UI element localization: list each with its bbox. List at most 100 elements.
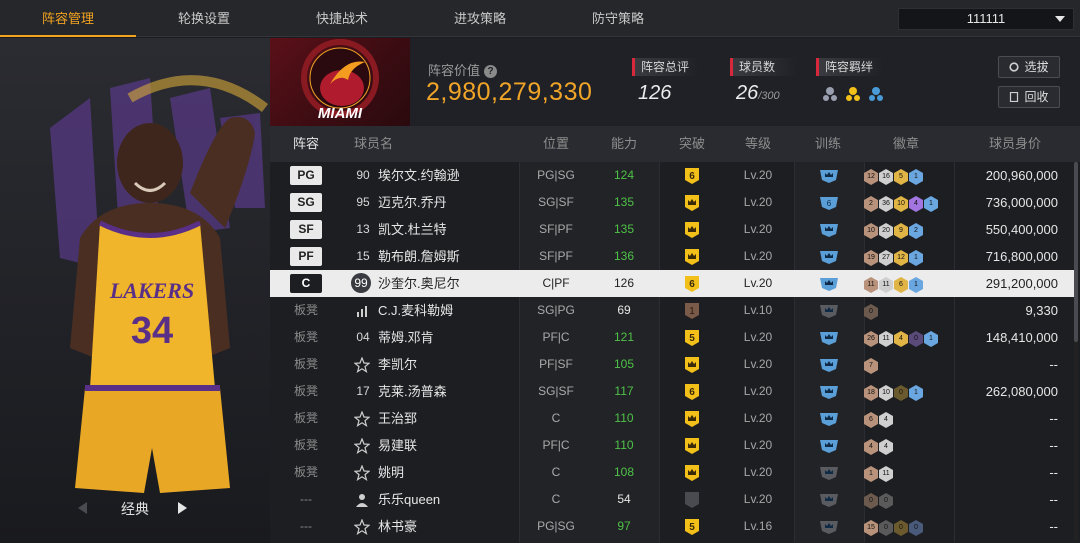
- training-icon[interactable]: [819, 519, 839, 535]
- star-icon: [354, 411, 370, 427]
- scrollbar-thumb[interactable]: [1074, 162, 1078, 342]
- badge-list[interactable]: 64: [864, 409, 894, 429]
- training-icon[interactable]: [819, 303, 839, 319]
- badge-list[interactable]: 19 27 12 1: [864, 247, 924, 267]
- player-name[interactable]: 易建联: [378, 432, 417, 459]
- training-icon[interactable]: [819, 357, 839, 373]
- player-name[interactable]: 凯文.杜兰特: [378, 216, 447, 243]
- player-name[interactable]: 沙奎尔.奥尼尔: [378, 270, 460, 297]
- table-row[interactable]: 板凳 04 蒂姆.邓肯 PF|C 121 5 Lv.20 26 11 4 0 1 148,410,000: [270, 324, 1074, 351]
- training-icon[interactable]: [819, 276, 839, 292]
- badge-hex-icon: 36: [879, 196, 893, 212]
- lineup-value-label: 阵容价值?: [428, 60, 498, 79]
- player-name[interactable]: 姚明: [378, 459, 404, 486]
- card-style-label: 经典: [121, 501, 149, 517]
- player-name[interactable]: 李凯尔: [378, 351, 417, 378]
- table-row[interactable]: --- 乐乐queen C 54 Lv.20 0 0 --: [270, 486, 1074, 513]
- col-value[interactable]: 球员身价: [970, 126, 1060, 162]
- badge-list[interactable]: 44: [864, 436, 894, 456]
- training-icon[interactable]: [819, 168, 839, 184]
- table-row[interactable]: 板凳 李凯尔 PF|SF 105 Lv.20 7 --: [270, 351, 1074, 378]
- help-question-icon[interactable]: ?: [484, 65, 498, 78]
- training-icon[interactable]: [819, 249, 839, 265]
- breakthrough-level-icon: 5: [685, 519, 699, 535]
- next-card-arrow-icon[interactable]: [178, 502, 187, 514]
- col-lineup[interactable]: 阵容: [284, 126, 328, 162]
- player-name[interactable]: 克莱.汤普森: [378, 378, 447, 405]
- training-icon[interactable]: [819, 438, 839, 454]
- table-row[interactable]: 板凳 姚明 C 108 Lv.20 1 11 --: [270, 459, 1074, 486]
- player-name[interactable]: 埃尔文.约翰逊: [378, 162, 460, 189]
- badge-list[interactable]: 7: [864, 355, 879, 375]
- table-row[interactable]: SF 13 凯文.杜兰特 SF|PF 135 Lv.20 10 20 9 2 550,400,000: [270, 216, 1074, 243]
- table-row[interactable]: 板凳 C.J.麦科勒姆 SG|PG 69 1 Lv.10 0 9,330: [270, 297, 1074, 324]
- table-row[interactable]: 板凳 17 克莱.汤普森 SG|SF 117 6 Lv.20 18 10 0 1 262,080,00…: [270, 378, 1074, 405]
- badge-hex-icon: 11: [879, 277, 893, 293]
- badge-list[interactable]: 26 11 4 0 1: [864, 328, 939, 348]
- col-name[interactable]: 球员名: [354, 126, 414, 162]
- player-ability: 124: [613, 168, 635, 182]
- table-row[interactable]: --- 林书豪 PG|SG 97 5 Lv.16 15 0 0 0 --: [270, 513, 1074, 540]
- badge-hex-icon: 16: [879, 169, 893, 185]
- table-row[interactable]: C 99 沙奎尔.奥尼尔 C|PF 126 6 Lv.20 11 11 6 1 291,200,000: [270, 270, 1074, 297]
- player-name[interactable]: 王治郅: [378, 405, 417, 432]
- player-position: PG|SG: [537, 168, 575, 182]
- player-name[interactable]: C.J.麦科勒姆: [378, 297, 453, 324]
- badge-list[interactable]: 2 36 10 4 1: [864, 193, 939, 213]
- breakthrough-locked-icon: [685, 492, 699, 508]
- tab-rotation-settings[interactable]: 轮换设置: [136, 0, 272, 37]
- player-level: Lv.20: [743, 465, 773, 479]
- lineup-slot-label: 板凳: [293, 303, 318, 317]
- badge-list[interactable]: 12 16 5 1: [864, 166, 924, 186]
- col-position[interactable]: 位置: [518, 126, 594, 162]
- lineup-slot-label: 板凳: [293, 438, 318, 452]
- badge-hex-icon: 0: [894, 385, 908, 401]
- training-icon[interactable]: 6: [819, 195, 839, 211]
- player-name[interactable]: 乐乐queen: [378, 486, 440, 513]
- breakthrough-level-icon: 5: [685, 330, 699, 346]
- col-ability[interactable]: 能力: [596, 126, 652, 162]
- badge-list[interactable]: 18 10 0 1: [864, 382, 924, 402]
- badge-hex-icon: 4: [864, 439, 878, 455]
- col-level[interactable]: 等级: [728, 126, 788, 162]
- badge-list[interactable]: 00: [864, 490, 894, 510]
- badge-list[interactable]: 10 20 9 2: [864, 220, 924, 240]
- badge-list[interactable]: 11 11 6 1: [864, 274, 924, 294]
- recycle-button-label: 回收: [1024, 90, 1049, 104]
- user-icon: [356, 494, 368, 507]
- breakthrough-level-icon: 6: [685, 168, 699, 184]
- col-training[interactable]: 训练: [798, 126, 858, 162]
- badge-list[interactable]: 1 11: [864, 463, 894, 483]
- table-row[interactable]: 板凳 易建联 PF|C 110 Lv.20 4 4 --: [270, 432, 1074, 459]
- tab-quick-tactics[interactable]: 快捷战术: [274, 0, 410, 37]
- training-icon[interactable]: [819, 384, 839, 400]
- training-icon[interactable]: [819, 411, 839, 427]
- col-breakthrough[interactable]: 突破: [662, 126, 722, 162]
- table-row[interactable]: PG 90 埃尔文.约翰逊 PG|SG 124 6 Lv.20 12 16 5 1 200,960,0…: [270, 162, 1074, 189]
- badge-hex-icon: 0: [864, 493, 878, 509]
- lineup-slot-label: ---: [300, 519, 312, 533]
- bond-icons[interactable]: [820, 82, 890, 106]
- training-icon[interactable]: [819, 465, 839, 481]
- training-icon[interactable]: [819, 492, 839, 508]
- table-row[interactable]: 板凳 王治郅 C 110 Lv.20 6 4 --: [270, 405, 1074, 432]
- prev-card-arrow-icon[interactable]: [78, 502, 87, 514]
- player-name[interactable]: 勒布朗.詹姆斯: [378, 243, 460, 270]
- tab-offense-strategy[interactable]: 进攻策略: [412, 0, 548, 37]
- player-name[interactable]: 迈克尔.乔丹: [378, 189, 447, 216]
- player-name[interactable]: 蒂姆.邓肯: [378, 324, 434, 351]
- training-icon[interactable]: [819, 330, 839, 346]
- badge-list[interactable]: 0: [864, 301, 879, 321]
- recycle-button[interactable]: 回收: [998, 86, 1060, 108]
- scout-button[interactable]: 选拔: [998, 56, 1060, 78]
- tab-lineup-management[interactable]: 阵容管理: [0, 0, 136, 37]
- team-dropdown[interactable]: 111111: [898, 8, 1074, 30]
- player-name[interactable]: 林书豪: [378, 513, 417, 540]
- table-row[interactable]: SG 95 迈克尔.乔丹 SG|SF 135 Lv.20 6 2 36 10 4 1 736,000,0…: [270, 189, 1074, 216]
- badge-list[interactable]: 15 0 0 0: [864, 517, 924, 537]
- training-icon[interactable]: [819, 222, 839, 238]
- col-badges[interactable]: 徽章: [876, 126, 936, 162]
- table-row[interactable]: PF 15 勒布朗.詹姆斯 SF|PF 136 Lv.20 19 27 12 1 716,800,0…: [270, 243, 1074, 270]
- tab-defense-strategy[interactable]: 防守策略: [550, 0, 686, 37]
- table-scrollbar[interactable]: [1074, 162, 1078, 540]
